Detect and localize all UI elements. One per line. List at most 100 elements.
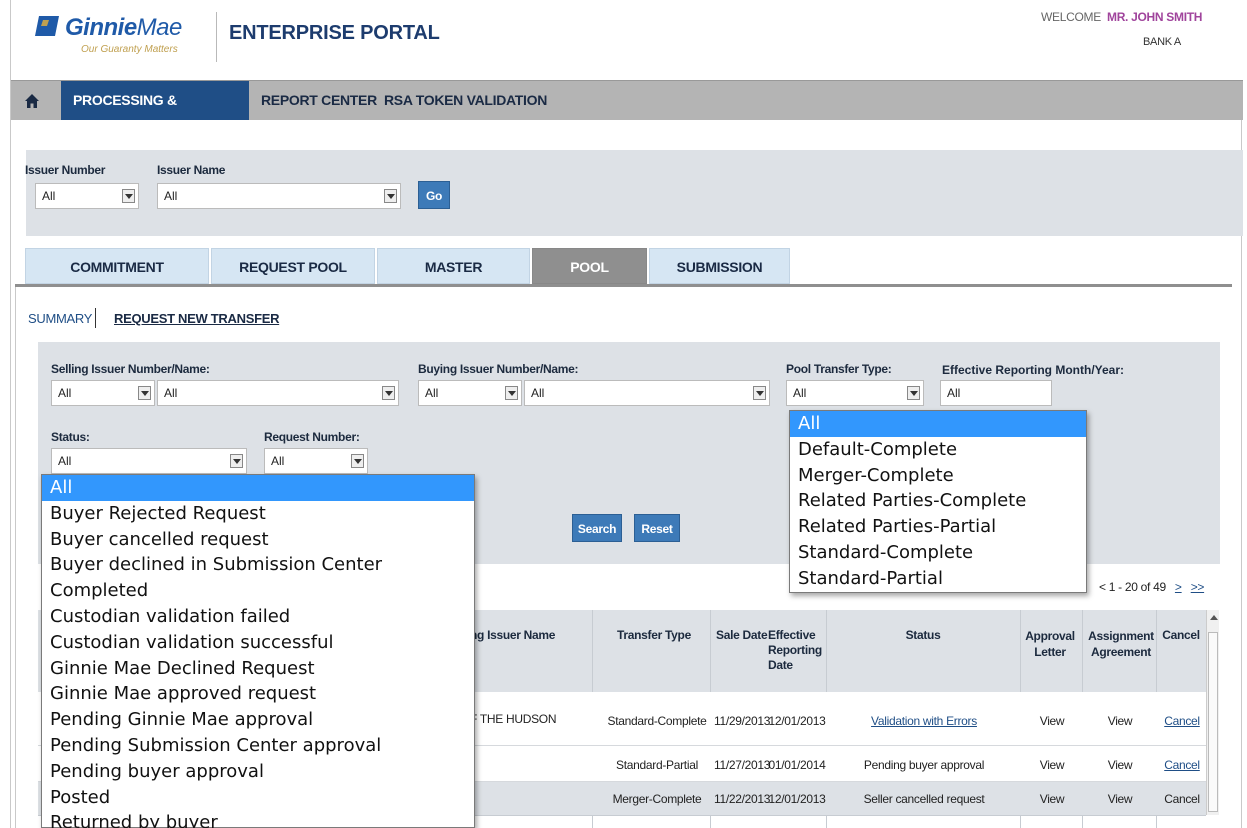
view-assignment-agreement[interactable]: View — [1084, 714, 1156, 728]
col-status: Status — [905, 628, 941, 642]
request-number-select[interactable]: All — [264, 448, 368, 474]
dropdown-option[interactable]: Custodian validation successful — [42, 630, 474, 656]
subnav-summary[interactable]: SUMMARY — [28, 311, 92, 326]
scroll-thumb[interactable] — [1208, 632, 1218, 812]
dropdown-option[interactable]: Custodian validation failed — [42, 604, 474, 630]
cell-effective-date: 01/01/2014 — [768, 758, 826, 772]
selling-issuer-label: Selling Issuer Number/Name: — [51, 362, 210, 376]
dropdown-option[interactable]: Pending Submission Center approval — [42, 733, 474, 759]
dropdown-option[interactable]: Returned by buyer — [42, 810, 474, 828]
bank-name: BANK A — [1143, 36, 1181, 48]
chevron-down-icon — [138, 386, 151, 400]
go-button[interactable]: Go — [418, 181, 450, 209]
dropdown-option[interactable]: Buyer cancelled request — [42, 527, 474, 553]
status-dropdown: All Buyer Rejected Request Buyer cancell… — [41, 474, 475, 828]
ginnie-mae-logo-icon — [35, 16, 59, 36]
scroll-up-arrow-icon[interactable] — [1210, 615, 1218, 620]
cancel-link[interactable]: Cancel — [1158, 758, 1206, 772]
tab-request-pool-numbers[interactable]: REQUEST POOL NUMBERS — [211, 248, 375, 311]
status-select[interactable]: All — [51, 448, 247, 474]
buying-issuer-number-select[interactable]: All — [418, 380, 522, 406]
tab-commitment-management[interactable]: COMMITMENT MANAGEMENT — [25, 248, 209, 311]
chevron-down-icon — [505, 386, 518, 400]
header-divider — [216, 12, 217, 62]
chevron-down-icon — [753, 386, 766, 400]
chevron-down-icon — [907, 386, 920, 400]
cell-sale-date: 11/22/2013 — [714, 792, 771, 806]
cell-effective-date: 12/01/2013 — [768, 714, 826, 728]
col-effective-reporting-date: Effective Reporting Date — [768, 628, 822, 672]
request-number-label: Request Number: — [264, 430, 360, 444]
logo[interactable]: GinnieMae Our Guaranty Matters — [23, 10, 213, 60]
col-sale-date: Sale Date — [716, 628, 768, 642]
buying-issuer-name-select[interactable]: All — [524, 380, 770, 406]
selling-issuer-number-select[interactable]: All — [51, 380, 155, 406]
dropdown-option[interactable]: Buyer declined in Submission Center — [42, 552, 474, 578]
page-title: ENTERPRISE PORTAL — [229, 22, 440, 44]
header: GinnieMae Our Guaranty Matters ENTERPRIS… — [11, 0, 1243, 80]
cell-effective-date: 12/01/2013 — [768, 792, 826, 806]
col-cancel: Cancel — [1162, 628, 1200, 642]
dropdown-option[interactable]: All — [42, 475, 474, 501]
dropdown-option[interactable]: Default-Complete — [790, 437, 1086, 463]
issuer-name-select[interactable]: All — [157, 183, 401, 209]
issuer-name-label: Issuer Name — [157, 163, 226, 177]
cancel-link[interactable]: Cancel — [1158, 714, 1206, 728]
dropdown-option[interactable]: Pending buyer approval — [42, 759, 474, 785]
view-approval-letter[interactable]: View — [1022, 792, 1082, 806]
pool-transfer-type-select[interactable]: All — [786, 380, 924, 406]
status-label: Status: — [51, 430, 90, 444]
cell-sale-date: 11/29/2013 — [714, 714, 771, 728]
cell-buying-issuer-name: F THE HUDSON — [470, 712, 557, 726]
nav-rsa-token-validation[interactable]: RSA TOKEN VALIDATION — [372, 81, 559, 120]
effective-reporting-month-input[interactable]: All — [940, 380, 1052, 406]
dropdown-option[interactable]: Ginnie Mae approved request — [42, 681, 474, 707]
next-page-link[interactable]: > — [1175, 580, 1182, 594]
dropdown-option[interactable]: Posted — [42, 785, 474, 811]
nav-processing-servicing[interactable]: PROCESSING & SERVICING — [61, 81, 249, 147]
cell-status-link[interactable]: Validation with Errors — [828, 714, 1020, 728]
dropdown-option[interactable]: Related Parties-Partial — [790, 514, 1086, 540]
dropdown-option[interactable]: Completed — [42, 578, 474, 604]
welcome-label: WELCOME — [1041, 10, 1101, 24]
dropdown-option[interactable]: Related Parties-Complete — [790, 488, 1086, 514]
subnav-request-new-transfer[interactable]: REQUEST NEW TRANSFER — [114, 311, 279, 326]
view-assignment-agreement[interactable]: View — [1084, 792, 1156, 806]
user-name[interactable]: MR. JOHN SMITH — [1107, 10, 1202, 24]
col-assignment-agreement: Assignment Agreement — [1088, 629, 1154, 659]
search-button[interactable]: Search — [572, 514, 622, 542]
dropdown-option[interactable]: Merger-Complete — [790, 463, 1086, 489]
issuer-number-label: Issuer Number — [25, 163, 106, 177]
home-icon[interactable] — [24, 93, 40, 109]
effective-reporting-month-label: Effective Reporting Month/Year: — [942, 363, 1125, 377]
pool-transfer-type-dropdown: All Default-Complete Merger-Complete Rel… — [789, 410, 1087, 593]
subnav-divider — [95, 308, 96, 328]
view-approval-letter[interactable]: View — [1022, 758, 1082, 772]
tab-submission-center[interactable]: SUBMISSION CENTER — [649, 248, 790, 311]
selling-issuer-name-select[interactable]: All — [157, 380, 399, 406]
dropdown-option[interactable]: Ginnie Mae Declined Request — [42, 656, 474, 682]
col-transfer-type: Transfer Type — [617, 628, 691, 642]
tab-master-agreements[interactable]: MASTER AGREEMENTS — [377, 248, 530, 311]
main-nav: PROCESSING & SERVICING REPORT CENTER RSA… — [11, 80, 1243, 147]
chevron-down-icon — [122, 189, 135, 203]
issuer-number-select[interactable]: All — [35, 183, 139, 209]
dropdown-option[interactable]: Standard-Partial — [790, 566, 1086, 592]
dropdown-option[interactable]: All — [790, 411, 1086, 437]
table-scrollbar[interactable] — [1206, 610, 1219, 815]
dropdown-option[interactable]: Pending Ginnie Mae approval — [42, 707, 474, 733]
prev-page-link[interactable]: < — [1099, 580, 1106, 594]
dropdown-option[interactable]: Standard-Complete — [790, 540, 1086, 566]
chevron-down-icon — [384, 189, 397, 203]
last-page-link[interactable]: >> — [1191, 580, 1205, 594]
cancel-text: Cancel — [1164, 792, 1200, 806]
cell-status: Seller cancelled request — [863, 792, 985, 806]
nav-report-center[interactable]: REPORT CENTER — [249, 81, 389, 120]
logo-tagline: Our Guaranty Matters — [81, 44, 178, 55]
tab-pool-transfer[interactable]: POOL TRANSFER — [532, 248, 647, 311]
page-range: 1 - 20 of 49 — [1108, 580, 1166, 594]
reset-button[interactable]: Reset — [634, 514, 680, 542]
view-approval-letter[interactable]: View — [1022, 714, 1082, 728]
dropdown-option[interactable]: Buyer Rejected Request — [42, 501, 474, 527]
view-assignment-agreement[interactable]: View — [1084, 758, 1156, 772]
